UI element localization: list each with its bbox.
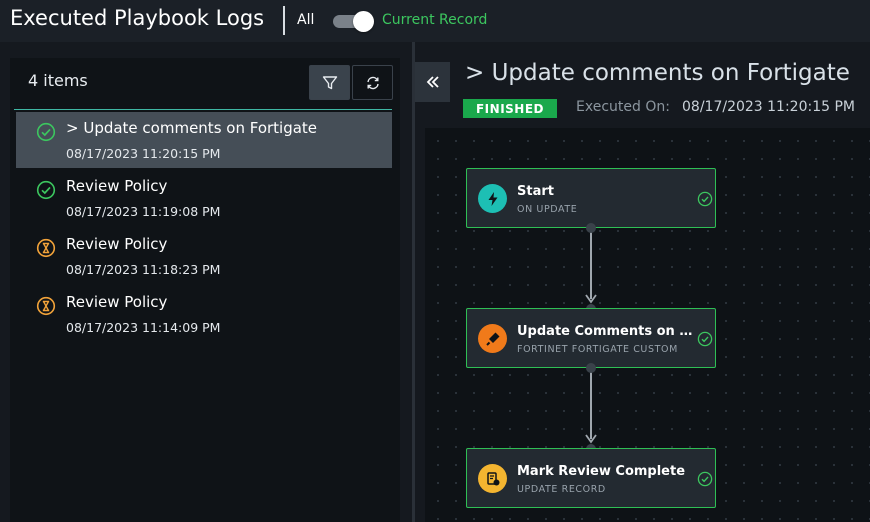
filter-button[interactable] (309, 65, 350, 100)
list-item-title: Review Policy (66, 293, 168, 311)
toggle-current-record-label[interactable]: Current Record (382, 12, 487, 28)
hourglass-icon (36, 238, 56, 258)
arrow-down-icon (585, 434, 597, 444)
node-output-port[interactable] (586, 363, 596, 373)
playbook-flow-canvas[interactable]: Start ON UPDATE Update Comments on Polic… (425, 128, 870, 522)
toggle-all-label[interactable]: All (297, 12, 314, 28)
executed-on-value: 08/17/2023 11:20:15 PM (682, 99, 855, 115)
check-circle-icon (36, 122, 56, 142)
filter-icon (322, 75, 337, 89)
lightning-icon (478, 184, 507, 213)
executed-on-label: Executed On: (576, 99, 670, 115)
header-divider (283, 6, 285, 35)
list-item[interactable]: Review Policy 08/17/2023 11:19:08 PM (16, 170, 392, 226)
status-badge: FINISHED (463, 99, 557, 118)
check-circle-icon (36, 180, 56, 200)
flow-node-mark-review-complete[interactable]: Mark Review Complete UPDATE RECORD (466, 448, 716, 508)
page-title: Executed Playbook Logs (10, 6, 265, 30)
flow-node-start[interactable]: Start ON UPDATE (466, 168, 716, 228)
list-item-date: 08/17/2023 11:19:08 PM (66, 204, 221, 219)
list-item[interactable]: Review Policy 08/17/2023 11:14:09 PM (16, 286, 392, 342)
list-header-divider (14, 109, 392, 110)
arrow-down-icon (585, 294, 597, 304)
flow-node-update-comments[interactable]: Update Comments on Policy FORTINET FORTI… (466, 308, 716, 368)
list-item-date: 08/17/2023 11:14:09 PM (66, 320, 221, 335)
refresh-button[interactable] (352, 65, 393, 100)
flow-node-title: Start (517, 184, 554, 199)
list-item-date: 08/17/2023 11:20:15 PM (66, 146, 221, 161)
top-bar: Executed Playbook Logs All Current Recor… (0, 0, 870, 42)
flow-node-title: Update Comments on Policy (517, 324, 697, 339)
list-item[interactable]: Review Policy 08/17/2023 11:18:23 PM (16, 228, 392, 284)
double-chevron-left-icon (426, 76, 439, 88)
toggle-knob (353, 11, 374, 32)
node-output-port[interactable] (586, 223, 596, 233)
list-item-title: Review Policy (66, 177, 168, 195)
playbook-detail-panel: > Update comments on Fortigate FINISHED … (415, 42, 870, 522)
check-circle-icon (697, 471, 713, 487)
flow-node-subtitle: ON UPDATE (517, 204, 578, 215)
record-scope-toggle[interactable] (333, 11, 375, 32)
playbook-title: > Update comments on Fortigate (465, 60, 850, 86)
check-circle-icon (697, 191, 713, 207)
log-list-panel: 4 items > Update comments on Fortigate 0… (0, 42, 412, 522)
flow-node-subtitle: UPDATE RECORD (517, 484, 606, 495)
flow-node-title: Mark Review Complete (517, 464, 686, 479)
log-list-container: 4 items > Update comments on Fortigate 0… (10, 58, 400, 522)
collapse-panel-button[interactable] (415, 62, 450, 102)
check-circle-icon (697, 331, 713, 347)
connector-plug-icon (478, 324, 507, 353)
list-item-date: 08/17/2023 11:18:23 PM (66, 262, 221, 277)
list-item-title: > Update comments on Fortigate (66, 119, 318, 137)
refresh-icon (366, 76, 379, 89)
flow-connector (590, 226, 592, 299)
list-item[interactable]: > Update comments on Fortigate 08/17/202… (16, 112, 392, 168)
flow-node-subtitle: FORTINET FORTIGATE CUSTOM (517, 344, 678, 355)
item-count: 4 items (28, 71, 88, 90)
list-item-title: Review Policy (66, 235, 168, 253)
record-edit-icon (478, 464, 507, 493)
flow-connector (590, 366, 592, 439)
hourglass-icon (36, 296, 56, 316)
